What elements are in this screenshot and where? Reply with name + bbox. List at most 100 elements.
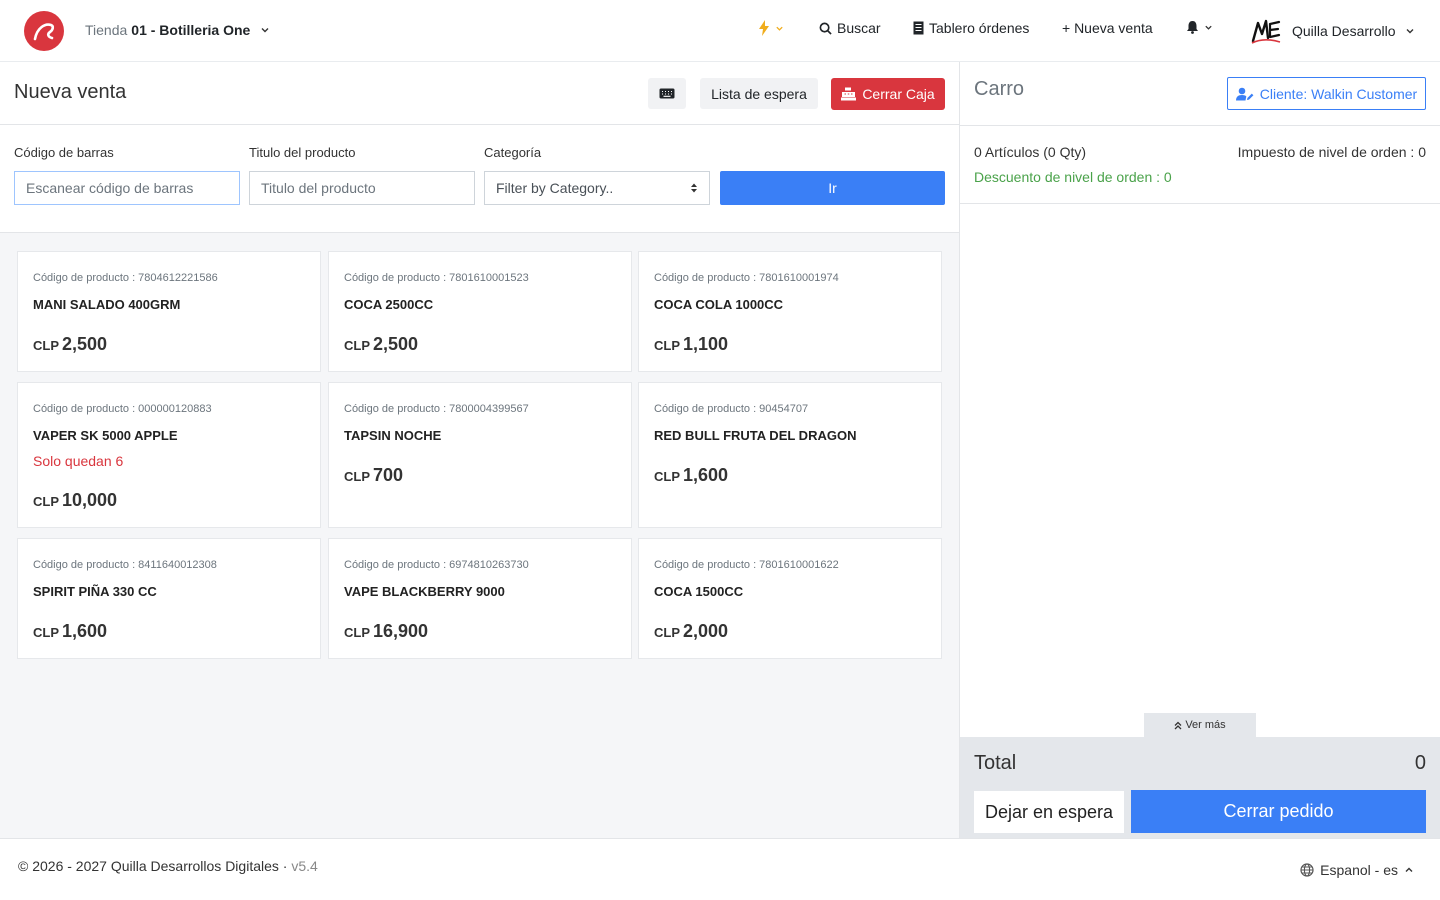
product-code: Código de producto : 7804612221586 <box>33 272 218 284</box>
chevron-down-icon <box>776 26 783 31</box>
client-label: Cliente: Walkin Customer <box>1259 85 1418 102</box>
price-amount: 1,100 <box>683 334 729 354</box>
product-price: CLP 700 <box>344 465 403 486</box>
product-card[interactable]: Código de producto : 7801610001974 COCA C… <box>638 251 942 372</box>
product-filters: Código de barras Titulo del producto Cat… <box>0 125 959 233</box>
close-cash-button[interactable]: Cerrar Caja <box>831 78 945 110</box>
price-amount: 2,500 <box>373 334 419 354</box>
double-chevron-up-icon <box>1174 721 1182 729</box>
quick-actions-menu[interactable] <box>758 20 784 36</box>
cash-register-icon <box>841 87 857 101</box>
category-select[interactable]: Filter by Category.. <box>484 171 710 205</box>
product-name: VAPER SK 5000 APPLE <box>33 428 178 443</box>
search-icon <box>819 22 832 35</box>
low-stock-warning: Solo quedan 6 <box>33 453 124 469</box>
price-amount: 1,600 <box>62 621 108 641</box>
price-amount: 1,600 <box>683 465 729 485</box>
barcode-input[interactable] <box>14 171 240 205</box>
price-currency: CLP <box>33 625 59 640</box>
copyright: © 2026 - 2027 Quilla Desarrollos Digital… <box>18 858 318 874</box>
user-menu[interactable]: Quilla Desarrollo <box>1250 16 1415 46</box>
product-code: Código de producto : 7801610001974 <box>654 272 839 284</box>
chevron-down-icon <box>1205 25 1212 30</box>
go-button[interactable]: Ir <box>720 171 945 205</box>
search-label: Buscar <box>837 20 881 36</box>
bell-icon <box>1187 21 1198 34</box>
product-price: CLP 2,500 <box>33 334 107 355</box>
notifications-menu[interactable] <box>1186 20 1213 34</box>
chevron-down-icon <box>261 28 269 33</box>
product-card[interactable]: Código de producto : 7801610001523 COCA 2… <box>328 251 632 372</box>
product-price: CLP 2,500 <box>344 334 418 355</box>
user-name: Quilla Desarrollo <box>1292 23 1396 39</box>
product-code: Código de producto : 000000120883 <box>33 403 212 415</box>
price-amount: 10,000 <box>62 490 118 510</box>
keyboard-shortcuts-button[interactable] <box>648 78 686 109</box>
product-price: CLP 1,600 <box>654 465 728 486</box>
select-arrows-icon <box>691 183 697 193</box>
product-name: COCA 2500CC <box>344 297 434 312</box>
product-card[interactable]: Código de producto : 7800004399567 TAPSIN… <box>328 382 632 528</box>
order-discount[interactable]: Descuento de nivel de orden : 0 <box>974 169 1172 185</box>
top-navbar: Tienda 01 - Botilleria One Buscar Tabler… <box>0 0 1440 62</box>
copyright-text: © 2026 - 2027 Quilla Desarrollos Digital… <box>18 858 292 874</box>
product-price: CLP 1,100 <box>654 334 728 355</box>
brand-swoosh-icon <box>33 23 55 41</box>
product-code: Código de producto : 7801610001622 <box>654 559 839 571</box>
price-currency: CLP <box>33 494 59 509</box>
product-name: VAPE BLACKBERRY 9000 <box>344 584 505 599</box>
receipt-icon <box>913 21 924 35</box>
product-price: CLP 1,600 <box>33 621 107 642</box>
price-currency: CLP <box>344 625 370 640</box>
hold-order-button[interactable]: Dejar en espera <box>974 791 1124 833</box>
category-select-value: Filter by Category.. <box>496 180 614 196</box>
price-currency: CLP <box>654 338 680 353</box>
product-card[interactable]: Código de producto : 7804612221586 MANI S… <box>17 251 321 372</box>
category-label: Categoría <box>484 145 542 160</box>
orders-board-link[interactable]: Tablero órdenes <box>913 20 1029 36</box>
search-link[interactable]: Buscar <box>819 20 881 36</box>
barcode-label: Código de barras <box>14 145 114 160</box>
product-card[interactable]: Código de producto : 8411640012308 SPIRIT… <box>17 538 321 659</box>
brand-logo[interactable] <box>24 11 64 51</box>
price-currency: CLP <box>344 469 370 484</box>
product-card[interactable]: Código de producto : 90454707 RED BULL FR… <box>638 382 942 528</box>
product-name: COCA 1500CC <box>654 584 744 599</box>
checkout-button[interactable]: Cerrar pedido <box>1131 790 1426 833</box>
product-code: Código de producto : 7800004399567 <box>344 403 529 415</box>
product-name: MANI SALADO 400GRM <box>33 297 181 312</box>
see-more-toggle[interactable]: Ver más <box>1144 713 1256 737</box>
user-avatar-logo <box>1251 19 1281 44</box>
store-selector[interactable]: Tienda 01 - Botilleria One <box>85 22 270 38</box>
product-name: RED BULL FRUTA DEL DRAGON <box>654 428 857 443</box>
price-amount: 2,500 <box>62 334 108 354</box>
product-card[interactable]: Código de producto : 6974810263730 VAPE B… <box>328 538 632 659</box>
footer: © 2026 - 2027 Quilla Desarrollos Digital… <box>0 838 1440 900</box>
language-selector[interactable]: Espanol - es <box>1300 862 1414 878</box>
chevron-up-icon <box>1405 867 1413 872</box>
lightning-icon <box>759 20 769 36</box>
cart-items-count: 0 Artículos (0 Qty) <box>974 144 1087 160</box>
product-name: SPIRIT PIÑA 330 CC <box>33 584 157 599</box>
product-card[interactable]: Código de producto : 7801610001622 COCA 1… <box>638 538 942 659</box>
store-prefix: Tienda <box>85 22 128 38</box>
page-title: Nueva venta <box>14 81 127 103</box>
price-amount: 700 <box>373 465 404 485</box>
wait-list-button[interactable]: Lista de espera <box>700 78 818 109</box>
globe-icon <box>1300 863 1314 877</box>
product-code: Código de producto : 7801610001523 <box>344 272 529 284</box>
product-price: CLP 2,000 <box>654 621 728 642</box>
close-cash-label: Cerrar Caja <box>862 86 935 102</box>
product-title-input[interactable] <box>249 171 475 205</box>
price-currency: CLP <box>344 338 370 353</box>
client-selector-button[interactable]: Cliente: Walkin Customer <box>1227 77 1426 110</box>
product-card[interactable]: Código de producto : 000000120883 VAPER S… <box>17 382 321 528</box>
orders-board-label: Tablero órdenes <box>929 20 1030 36</box>
language-label: Espanol - es <box>1320 862 1398 878</box>
store-name: 01 - Botilleria One <box>131 22 251 38</box>
product-code: Código de producto : 90454707 <box>654 403 809 415</box>
sale-header: Nueva venta Lista de espera Cerrar Caja <box>0 62 959 125</box>
products-panel: Nueva venta Lista de espera Cerrar Caja … <box>0 62 960 838</box>
new-sale-link[interactable]: + Nueva venta <box>1062 20 1153 36</box>
cart-title: Carro <box>974 78 1025 100</box>
